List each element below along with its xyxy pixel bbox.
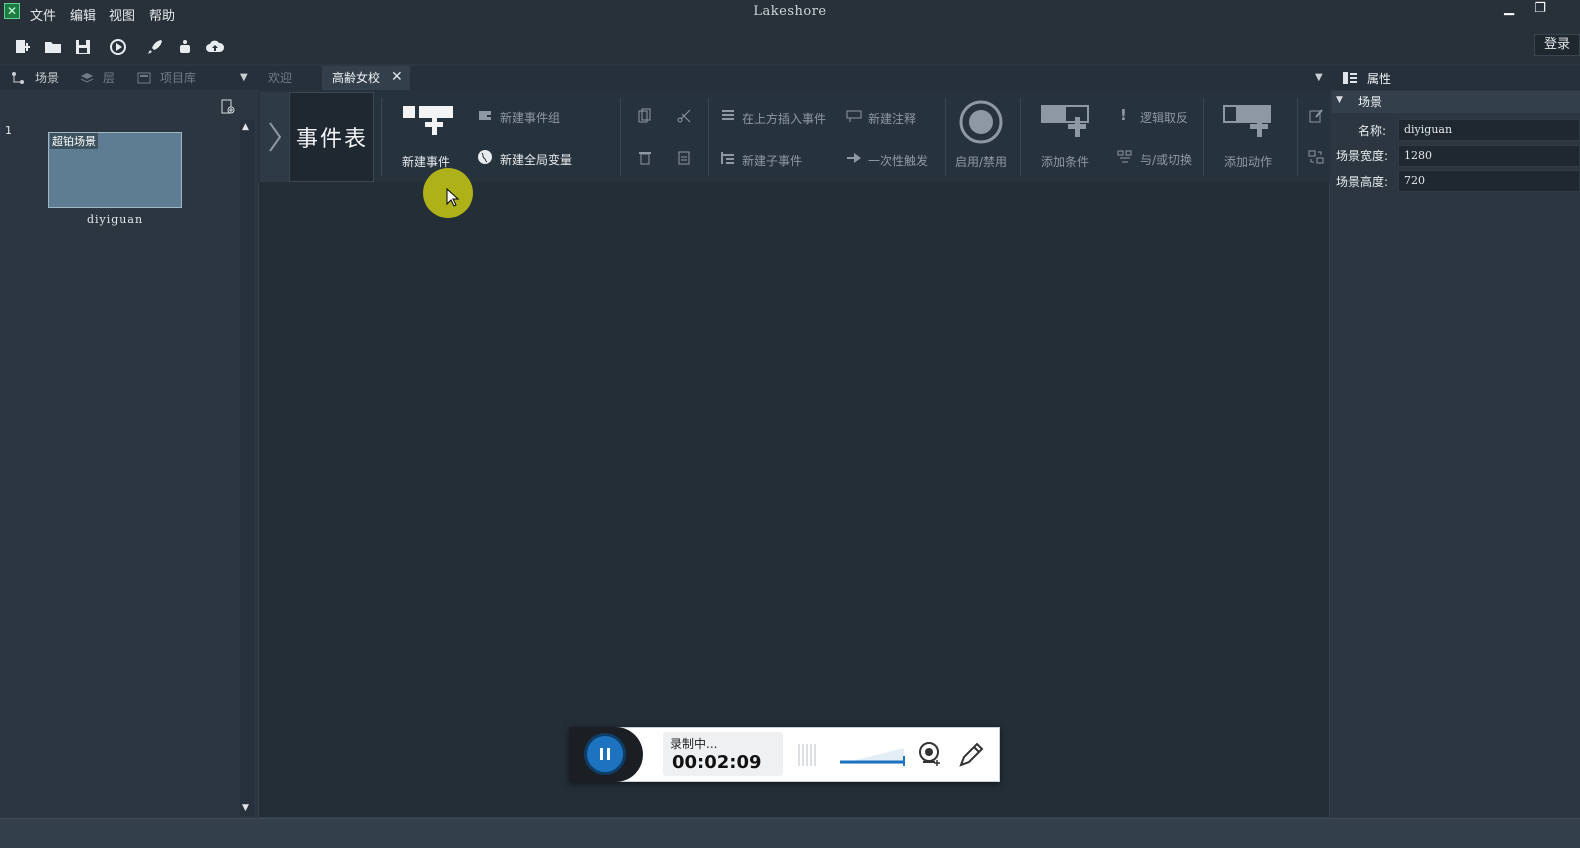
chevron-right-icon xyxy=(269,122,282,152)
scene-list-scrollbar[interactable] xyxy=(240,120,254,816)
scene-name: diyiguan xyxy=(86,213,144,226)
cloud-upload-icon[interactable] xyxy=(205,37,225,57)
minimize-icon[interactable]: ▁ xyxy=(1494,0,1524,20)
properties-icon xyxy=(1343,72,1357,84)
property-width-field[interactable]: 1280 xyxy=(1398,145,1580,167)
tab-layers[interactable]: 层 xyxy=(103,66,115,90)
ribbon-divider xyxy=(620,98,621,176)
edit-icon[interactable] xyxy=(1308,108,1324,124)
recording-timer: 00:02:09 xyxy=(672,752,762,773)
tab-project-library[interactable]: 项目库 xyxy=(160,66,196,90)
scroll-down-icon[interactable]: ▼ xyxy=(242,803,249,813)
ribbon-divider xyxy=(708,98,709,176)
debug-icon[interactable] xyxy=(175,37,195,57)
properties-section-title: 场景 xyxy=(1358,95,1383,109)
ribbon-divider xyxy=(945,98,946,176)
open-folder-icon[interactable] xyxy=(43,37,63,57)
comment-icon xyxy=(846,110,862,122)
recording-status: 录制中... xyxy=(670,737,718,751)
add-action-button[interactable]: 添加动作 xyxy=(1224,153,1272,170)
event-sheet-title: 事件表 xyxy=(296,127,369,152)
ribbon-divider xyxy=(1203,98,1204,176)
close-tab-icon[interactable]: ✕ xyxy=(391,69,403,85)
pen-draw-icon[interactable] xyxy=(957,741,985,769)
event-group-icon xyxy=(479,111,493,120)
add-condition-button[interactable]: 添加条件 xyxy=(1041,153,1089,170)
ribbon-divider xyxy=(1297,98,1298,176)
main-toolbar xyxy=(0,30,1580,64)
globe-icon xyxy=(478,150,492,164)
mouse-pointer-icon xyxy=(446,188,460,207)
exclamation-icon: ! xyxy=(1120,106,1127,124)
tab-scene[interactable]: 场景 xyxy=(35,66,59,90)
new-global-variable-button[interactable]: 新建全局变量 xyxy=(500,151,572,168)
volume-slider[interactable] xyxy=(838,744,908,768)
property-width-label: 场景宽度: xyxy=(1336,149,1389,163)
login-button[interactable]: 登录 xyxy=(1534,34,1580,56)
insert-event-above-button[interactable]: 在上方插入事件 xyxy=(742,110,826,127)
scene-thumbnail-label: 超铂场景 xyxy=(50,133,98,149)
center-tabs-dropdown-icon[interactable]: ▼ xyxy=(1315,72,1323,83)
and-or-toggle-button[interactable]: 与/或切换 xyxy=(1140,151,1192,168)
enable-disable-button[interactable]: 启用/禁用 xyxy=(955,153,1007,170)
scroll-up-icon[interactable]: ▲ xyxy=(242,122,249,132)
trigger-once-icon xyxy=(847,153,861,163)
swap-icon[interactable] xyxy=(1308,149,1324,165)
and-or-icon xyxy=(1117,150,1132,163)
layers-icon xyxy=(80,73,94,83)
new-sub-event-button[interactable]: 新建子事件 xyxy=(742,152,802,169)
properties-title: 属性 xyxy=(1367,72,1392,86)
trigger-once-button[interactable]: 一次性触发 xyxy=(868,152,928,169)
status-bar xyxy=(0,818,1580,848)
ribbon-divider xyxy=(1020,98,1021,176)
cut-scissors-icon[interactable] xyxy=(676,108,692,124)
add-condition-icon xyxy=(1041,105,1089,137)
new-event-group-button[interactable]: 新建事件组 xyxy=(500,109,560,126)
enable-disable-icon xyxy=(959,100,1003,144)
scene-tree-icon xyxy=(12,72,24,84)
sub-event-icon xyxy=(721,152,734,164)
logic-invert-button[interactable]: 逻辑取反 xyxy=(1140,109,1188,126)
copy-icon[interactable] xyxy=(637,108,653,124)
tab-welcome[interactable]: 欢迎 xyxy=(258,66,322,90)
save-icon[interactable] xyxy=(73,37,93,57)
project-library-icon xyxy=(137,72,151,84)
publish-rocket-icon[interactable] xyxy=(145,37,165,57)
property-height-field[interactable]: 720 xyxy=(1398,170,1580,192)
property-name-label: 名称: xyxy=(1358,124,1387,138)
event-sheet-canvas[interactable] xyxy=(258,90,1330,818)
new-project-icon[interactable] xyxy=(13,37,33,57)
add-action-icon xyxy=(1223,105,1271,137)
restore-icon[interactable]: ❐ xyxy=(1525,0,1555,20)
preview-play-icon[interactable] xyxy=(108,37,128,57)
audio-meter-icon xyxy=(798,744,816,766)
scene-index: 1 xyxy=(5,124,12,137)
pause-icon xyxy=(600,748,610,760)
insert-above-icon xyxy=(722,110,734,120)
new-event-icon xyxy=(403,106,453,135)
add-scene-icon[interactable] xyxy=(220,99,236,115)
property-name-field[interactable]: diyiguan xyxy=(1398,119,1580,141)
collapse-arrow-icon: ▼ xyxy=(1336,95,1343,105)
new-comment-button[interactable]: 新建注释 xyxy=(868,110,916,127)
delete-trash-icon[interactable] xyxy=(637,150,653,166)
property-height-label: 场景高度: xyxy=(1336,175,1389,189)
window-title: Lakeshore xyxy=(753,4,827,19)
left-tabs-dropdown-icon[interactable]: ▼ xyxy=(240,72,248,83)
webcam-icon[interactable] xyxy=(917,740,943,768)
ribbon-divider xyxy=(381,98,382,176)
paste-icon[interactable] xyxy=(676,150,692,166)
